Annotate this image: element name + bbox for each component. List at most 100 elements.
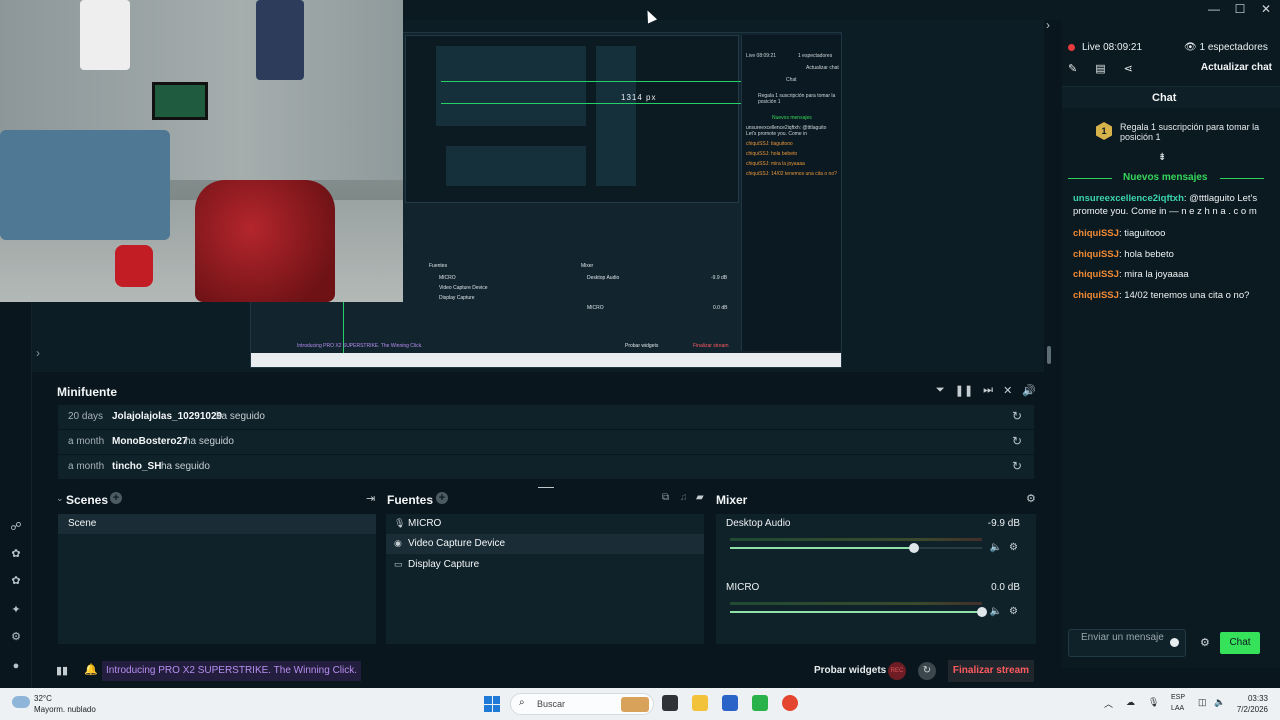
test-widgets-button[interactable]: Probar widgets — [814, 665, 886, 676]
settings-icon[interactable]: ⚙ — [9, 630, 23, 644]
webcam-overlay[interactable] — [0, 0, 403, 302]
gear-icon[interactable]: ⚙ — [1026, 492, 1036, 505]
emoji-icon[interactable] — [1170, 638, 1179, 647]
ai-sparkle-icon[interactable]: ✦ — [9, 603, 23, 617]
dashboard-icon[interactable]: ✿ — [9, 547, 23, 561]
sources-list: 🎙 MICRO ◉ Video Capture Device ▭ Display… — [386, 514, 704, 644]
chat-nick[interactable]: unsureexcellence2iqftxh — [1073, 193, 1184, 204]
notification-bell-icon[interactable]: 🔔 — [84, 663, 98, 676]
chevron-right-icon[interactable]: › — [1046, 18, 1050, 32]
wifi-icon[interactable]: ◫ — [1198, 697, 1207, 708]
record-button[interactable]: REC — [888, 662, 906, 680]
volume-icon[interactable]: 🔊 — [1022, 384, 1036, 397]
filter-icon[interactable]: ⏷ — [936, 384, 945, 397]
microphone-icon[interactable]: 🎙 — [1148, 697, 1159, 708]
end-stream-button[interactable]: Finalizar stream — [948, 660, 1034, 682]
gear-icon[interactable]: ⚙ — [1200, 636, 1210, 649]
file-explorer-icon[interactable] — [692, 695, 708, 711]
shoes-image — [115, 245, 153, 287]
refresh-chat-button[interactable]: Actualizar chat — [1201, 62, 1272, 73]
volume-slider[interactable] — [730, 543, 982, 553]
scroll-down-icon[interactable]: ⇟ — [1158, 152, 1166, 163]
gear-icon[interactable]: ⚙ — [1009, 606, 1018, 617]
chat-nick[interactable]: chiquiSSJ — [1073, 249, 1119, 260]
speaker-icon[interactable]: 🔈 — [990, 606, 1002, 617]
promo-banner[interactable]: Introducing PRO X2 SUPERSTRIKE. The Winn… — [102, 661, 362, 681]
widgets-icon[interactable]: ✿ — [9, 574, 23, 588]
mute-alerts-icon[interactable]: ✕ — [1003, 384, 1012, 397]
source-item[interactable]: ▭ Display Capture — [386, 555, 704, 575]
chat-nick[interactable]: chiquiSSJ — [1073, 290, 1119, 301]
volume-slider[interactable] — [730, 607, 987, 617]
selective-recording-icon[interactable]: ⧉ — [662, 492, 669, 503]
list-item: 20 days Jolajolajolas_10291029 ha seguid… — [58, 405, 1034, 429]
speaker-icon[interactable]: 🔈 — [1214, 697, 1225, 708]
taskbar-search[interactable]: ⌕ Buscar — [510, 693, 654, 715]
store-icon[interactable] — [722, 695, 738, 711]
date[interactable]: 7/2/2026 — [1226, 705, 1268, 714]
gift-sub-prompt[interactable]: Regala 1 suscripción para tomar la posic… — [1120, 122, 1260, 142]
network-icon[interactable]: ☁ — [1126, 697, 1135, 708]
nested-end: Finalizar stream — [693, 343, 729, 349]
streamlabs-icon[interactable] — [752, 695, 768, 711]
scenes-dock: ⌄ Scenes + ⇥ Scene — [50, 488, 380, 648]
start-button[interactable] — [484, 696, 500, 712]
scene-item[interactable]: Scene — [58, 514, 376, 534]
slider-handle[interactable] — [977, 607, 987, 617]
source-label: Display Capture — [408, 559, 480, 570]
replay-icon[interactable]: ↻ — [1012, 459, 1022, 473]
task-view-icon[interactable] — [662, 695, 678, 711]
slider-handle[interactable] — [908, 543, 919, 553]
chat-input[interactable]: Enviar un mensaje — [1068, 629, 1186, 657]
chevron-right-icon[interactable]: › — [36, 346, 40, 360]
event-time: 20 days — [68, 411, 104, 422]
chevron-up-icon[interactable]: ︿ — [1104, 697, 1113, 710]
weather-description[interactable]: Mayorm. nublado — [34, 705, 96, 714]
input-layout[interactable]: LAA — [1171, 705, 1184, 712]
speaker-icon[interactable]: 🔈 — [990, 542, 1002, 553]
weather-icon[interactable] — [12, 696, 30, 708]
skip-icon[interactable]: ⏭ — [983, 384, 993, 397]
clock[interactable]: 03:33 — [1232, 694, 1268, 703]
dashboard-icon[interactable]: ▤ — [1095, 62, 1105, 75]
chrome-icon[interactable] — [782, 695, 798, 711]
replay-buffer-icon[interactable]: ↻ — [918, 662, 936, 680]
source-item[interactable]: 🎙 MICRO — [386, 514, 704, 534]
input-language[interactable]: ESP — [1171, 694, 1185, 701]
chat-nick[interactable]: chiquiSSJ — [1073, 269, 1119, 280]
add-scene-button[interactable]: + — [110, 492, 122, 504]
event-time: a month — [68, 436, 105, 447]
replay-icon[interactable]: ↻ — [1012, 434, 1022, 448]
audio-icon[interactable]: ♫ — [680, 492, 688, 503]
maximize-button[interactable]: ☐ — [1234, 2, 1246, 16]
add-source-button[interactable]: + — [436, 492, 448, 504]
source-item[interactable]: ◉ Video Capture Device — [386, 534, 704, 554]
scrollbar[interactable] — [1047, 346, 1051, 364]
temperature[interactable]: 32°C — [34, 694, 52, 703]
live-indicator — [1068, 44, 1075, 51]
theme-icon[interactable]: ☍ — [9, 520, 23, 534]
share-icon[interactable]: ⋖ — [1124, 62, 1133, 75]
monitor-icon: ▭ — [394, 559, 403, 569]
event-user[interactable]: Jolajolajolas_10291029 — [112, 411, 222, 422]
event-user[interactable]: tincho_SH — [112, 461, 161, 472]
stats-icon[interactable]: ▮▮ — [56, 664, 68, 677]
nested-msg: chiquiSSJ: tiaguitooo — [746, 141, 793, 147]
replay-icon[interactable]: ↻ — [1012, 409, 1022, 423]
collapse-icon[interactable]: ⌄ — [56, 493, 64, 504]
minifuente-panel: Minifuente ⏷ ❚❚ ⏭ ✕ 🔊 20 days Jolajolajo… — [50, 378, 1044, 482]
folder-icon[interactable]: ▰ — [696, 492, 704, 503]
chat-nick[interactable]: chiquiSSJ — [1073, 228, 1119, 239]
close-button[interactable]: ✕ — [1260, 2, 1272, 16]
minimize-button[interactable]: — — [1208, 2, 1220, 16]
pencil-icon[interactable]: ✎ — [1068, 62, 1077, 75]
user-icon[interactable]: ● — [9, 660, 23, 674]
search-highlight-image — [621, 697, 649, 712]
chat-panel: Live 08:09:21 👁 1 espectadores ✎ ▤ ⋖ Act… — [1062, 20, 1280, 668]
chat-message: chiquiSSJ: mira la joyaaaa — [1073, 268, 1273, 281]
event-user[interactable]: MonoBostero27 — [112, 436, 188, 447]
gear-icon[interactable]: ⚙ — [1009, 542, 1018, 553]
pause-icon[interactable]: ❚❚ — [955, 384, 973, 397]
send-chat-button[interactable]: Chat — [1220, 632, 1260, 654]
scene-transitions-icon[interactable]: ⇥ — [366, 492, 375, 505]
